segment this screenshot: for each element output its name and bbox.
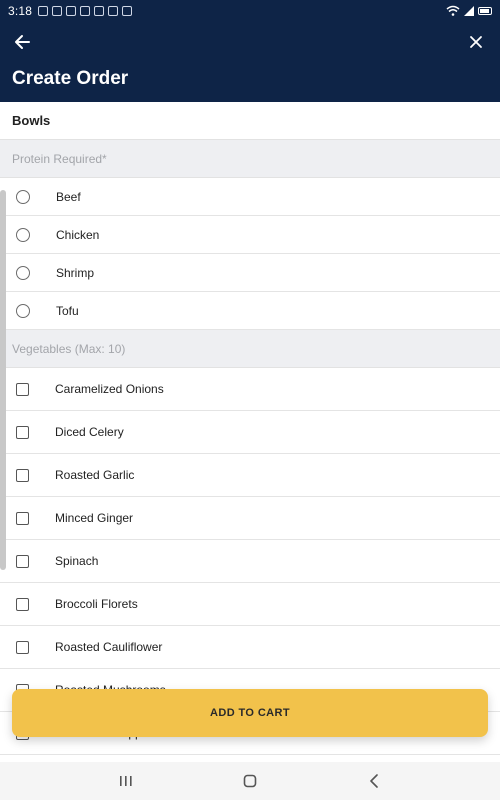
notification-icon [108, 6, 119, 16]
recents-button[interactable] [114, 769, 138, 793]
checkbox[interactable] [16, 382, 29, 396]
option-label: Caramelized Onions [55, 382, 164, 396]
option-label: Roasted Cauliflower [55, 640, 163, 654]
radio-button[interactable] [16, 227, 30, 242]
home-button[interactable] [238, 769, 262, 793]
vegetable-option-diced-celery[interactable]: Diced Celery [0, 411, 500, 454]
back-button[interactable] [10, 30, 34, 54]
wifi-icon [446, 5, 460, 16]
checkbox[interactable] [16, 511, 29, 525]
vegetable-option-spinach[interactable]: Spinach [0, 540, 500, 583]
status-time: 3:18 [8, 4, 33, 18]
vegetable-option-roasted-cauliflower[interactable]: Roasted Cauliflower [0, 626, 500, 669]
option-label: Minced Ginger [55, 511, 134, 525]
vegetables-group-header: Vegetables (Max: 10) [0, 330, 500, 368]
protein-option-beef[interactable]: Beef [0, 178, 500, 216]
notification-icon [66, 6, 77, 16]
option-label: Tofu [56, 303, 79, 318]
notification-icon [38, 6, 49, 16]
notification-icon [122, 6, 133, 16]
option-label: Spinach [55, 554, 99, 568]
system-icons [446, 5, 492, 17]
system-nav-bar [0, 762, 500, 800]
checkbox[interactable] [16, 554, 29, 568]
add-to-cart-button[interactable]: ADD TO CART [12, 689, 488, 737]
radio-button[interactable] [16, 265, 30, 280]
notification-icon [94, 6, 105, 16]
notification-icon [80, 6, 91, 16]
close-icon [470, 36, 482, 48]
option-label: Roasted Garlic [55, 468, 135, 482]
status-bar: 3:18 [0, 0, 500, 22]
battery-icon [478, 7, 492, 15]
page-title: Create Order [12, 68, 129, 89]
protein-option-chicken[interactable]: Chicken [0, 216, 500, 254]
section-title: Bowls [0, 102, 500, 140]
radio-button[interactable] [16, 303, 30, 318]
vegetable-option-caramelized-onions[interactable]: Caramelized Onions [0, 368, 500, 411]
checkbox[interactable] [16, 597, 29, 611]
checkbox[interactable] [16, 468, 29, 482]
radio-button[interactable] [16, 189, 30, 204]
arrow-left-icon [15, 35, 30, 49]
protein-option-shrimp[interactable]: Shrimp [0, 254, 500, 292]
vegetable-option-broccoli-florets[interactable]: Broccoli Florets [0, 583, 500, 626]
home-icon [243, 774, 257, 788]
signal-icon [464, 6, 474, 16]
notification-icon [52, 6, 63, 16]
vegetable-option-roasted-garlic[interactable]: Roasted Garlic [0, 454, 500, 497]
protein-option-tofu[interactable]: Tofu [0, 292, 500, 330]
protein-group-header: Protein Required* [0, 140, 500, 178]
close-button[interactable] [464, 30, 488, 54]
nav-back-icon [370, 774, 378, 788]
order-options[interactable]: Bowls Protein Required* Beef Chicken Shr… [0, 102, 500, 762]
scrollbar[interactable] [0, 190, 6, 570]
option-label: Diced Celery [55, 425, 124, 439]
app-bar: Create Order [0, 22, 500, 102]
notification-icons [38, 6, 133, 16]
option-label: Beef [56, 189, 81, 204]
option-label: Broccoli Florets [55, 597, 138, 611]
checkbox[interactable] [16, 640, 29, 654]
vegetable-option-minced-ginger[interactable]: Minced Ginger [0, 497, 500, 540]
nav-back-button[interactable] [362, 769, 386, 793]
checkbox[interactable] [16, 425, 29, 439]
recents-icon [120, 776, 132, 786]
option-label: Shrimp [56, 265, 95, 280]
option-label: Chicken [56, 227, 100, 242]
